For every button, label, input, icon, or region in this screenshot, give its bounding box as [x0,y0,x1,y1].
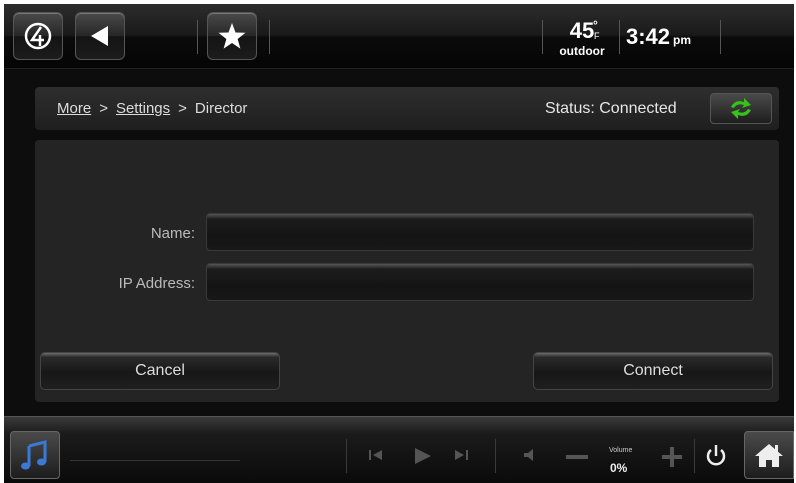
next-track-icon[interactable] [451,447,471,463]
clock-time: 3:42 [626,24,671,49]
clock-ampm: pm [673,33,692,47]
volume-value: 0% [610,461,628,475]
breadcrumb: More > Settings > Director [57,100,247,117]
divider [346,439,347,473]
volume-up-icon[interactable] [660,445,684,469]
connect-button[interactable]: Connect [533,352,773,390]
degree-symbol: ° [593,18,598,32]
ip-address-field[interactable] [206,263,754,301]
previous-track-icon[interactable] [366,447,386,463]
home-button[interactable] [744,431,794,479]
divider [542,20,543,54]
top-navigation-bar: 45 ° F outdoor 3:42 pm [4,4,794,69]
control4-home-button[interactable] [13,12,63,60]
favorites-button[interactable] [207,12,257,60]
breadcrumb-current: Director [194,100,248,117]
temperature-label: outdoor [559,44,605,58]
control4-logo-icon [24,22,52,50]
volume-label: Volume [609,447,633,454]
refresh-button[interactable] [710,93,772,124]
breadcrumb-separator: > [178,100,187,117]
refresh-icon [731,98,751,119]
media-control-bar: Volume 0% [4,416,794,483]
power-icon[interactable] [704,443,728,469]
volume-down-icon[interactable] [564,454,590,460]
music-note-icon [21,440,47,470]
breadcrumb-more[interactable]: More [57,100,91,117]
director-settings-panel: Name: IP Address: Cancel Connect [35,140,779,402]
music-button[interactable] [10,431,60,479]
temperature-value: 45 [569,18,595,43]
outdoor-temperature: 45 ° F outdoor [552,18,612,58]
divider [694,439,695,473]
temperature-unit: F [594,31,600,41]
breadcrumb-separator: > [99,100,108,117]
name-label: Name: [150,225,195,242]
divider [269,20,270,54]
now-playing-track [70,460,240,461]
play-icon[interactable] [411,447,433,465]
connection-status: Status: Connected [545,100,677,117]
back-button[interactable] [75,12,125,60]
touch-screen: 45 ° F outdoor 3:42 pm More > Settings > Dire… [4,4,794,483]
divider [720,20,721,54]
divider [495,439,496,473]
name-field[interactable] [206,213,754,251]
speaker-icon[interactable] [520,447,540,463]
divider [197,20,198,54]
clock: 3:42 pm [626,24,691,50]
ip-address-label: IP Address: [118,275,195,292]
breadcrumb-bar: More > Settings > Director Status: Connected [35,87,779,130]
breadcrumb-settings[interactable]: Settings [116,100,170,117]
cancel-button[interactable]: Cancel [40,352,280,390]
favorites-star-icon [218,23,246,49]
back-arrow-icon [91,26,108,46]
home-icon [755,444,783,467]
divider [619,20,620,54]
